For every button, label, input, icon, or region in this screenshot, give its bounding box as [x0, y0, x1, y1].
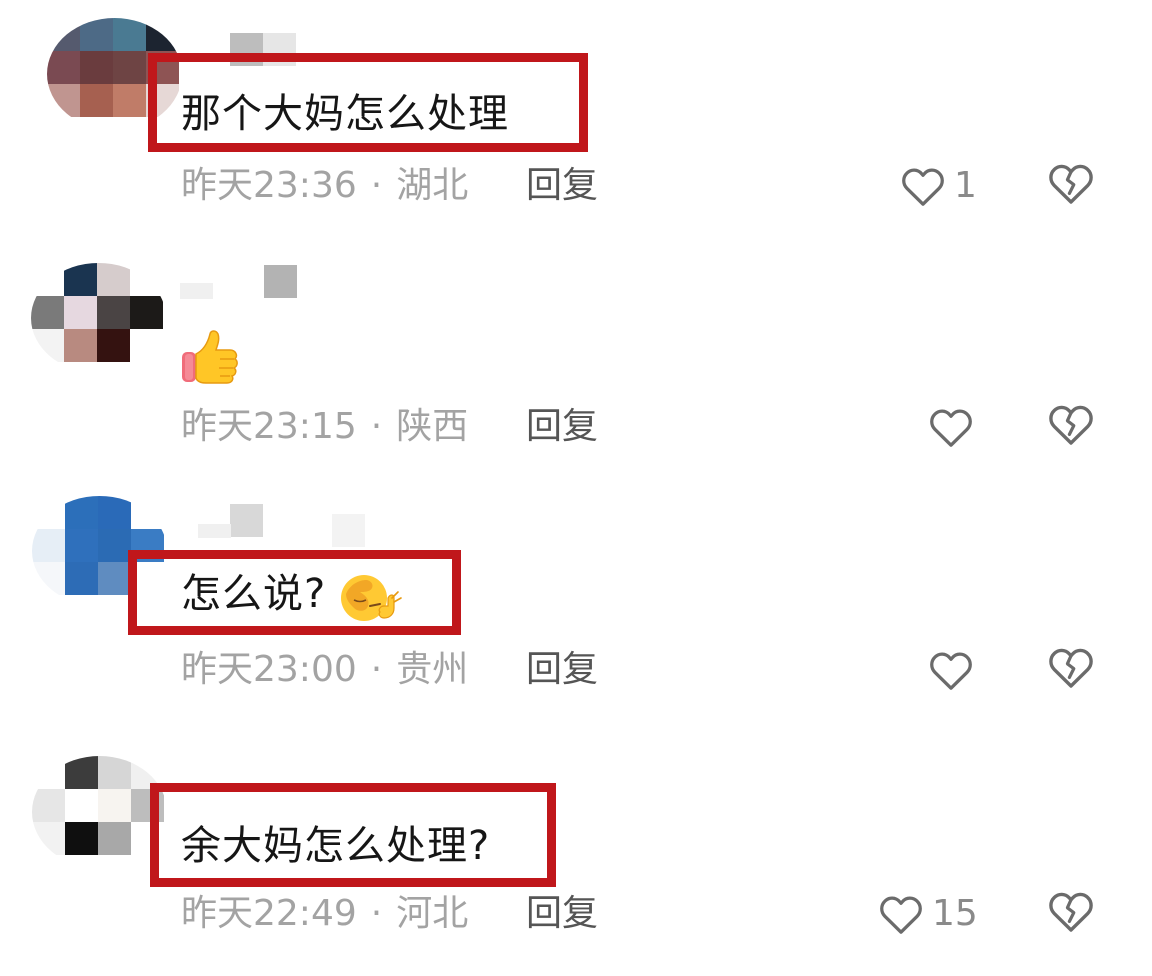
username-blurred[interactable]	[198, 504, 398, 547]
like-button[interactable]: 1	[900, 161, 977, 211]
comment-location: 陕西	[396, 406, 469, 447]
meta-separator: ·	[370, 165, 383, 206]
broken-heart-icon	[1047, 889, 1097, 933]
like-count: 15	[932, 893, 978, 934]
comment-time: 昨天23:15	[181, 406, 357, 447]
meta-separator: ·	[370, 649, 383, 690]
dislike-button[interactable]	[1047, 402, 1097, 452]
comment-item: 昨天23:15 · 陕西 回复	[0, 250, 1152, 480]
comment-item: 怎么说? 昨天23:00 · 贵州 回复	[0, 490, 1152, 730]
comment-text: 怎么说?	[181, 570, 404, 622]
reply-button[interactable]: 回复	[526, 405, 598, 449]
dislike-button[interactable]	[1047, 889, 1097, 939]
comment-item: 余大妈怎么处理? 昨天22:49 · 河北 回复 15	[0, 740, 1152, 976]
comment-meta: 昨天22:49 · 河北	[181, 892, 468, 936]
comment-location: 河北	[396, 893, 469, 934]
reply-button[interactable]: 回复	[526, 648, 598, 692]
comment-meta: 昨天23:36 · 湖北	[181, 164, 468, 208]
like-count: 1	[954, 165, 977, 206]
heart-outline-icon	[878, 892, 924, 936]
broken-heart-icon	[1047, 402, 1097, 446]
like-button[interactable]: 15	[878, 889, 978, 939]
comment-time: 昨天23:00	[181, 649, 357, 690]
meta-separator: ·	[370, 406, 383, 447]
comment-location: 湖北	[396, 165, 469, 206]
avatar[interactable]	[32, 756, 167, 868]
heart-outline-icon	[928, 648, 974, 692]
reply-button[interactable]: 回复	[526, 164, 598, 208]
comment-text	[180, 328, 240, 397]
heart-outline-icon	[928, 405, 974, 449]
facepalm-emoji	[336, 570, 404, 622]
heart-outline-icon	[900, 164, 946, 208]
avatar[interactable]	[31, 263, 166, 373]
comment-location: 贵州	[396, 649, 469, 690]
username-blurred[interactable]	[180, 265, 330, 299]
comment-time: 昨天22:49	[181, 893, 357, 934]
comment-time: 昨天23:36	[181, 165, 357, 206]
like-button[interactable]	[928, 645, 982, 695]
dislike-button[interactable]	[1047, 645, 1097, 695]
comment-text: 那个大妈怎么处理	[181, 91, 509, 137]
comment-item: 那个大妈怎么处理 昨天23:36 · 湖北 回复 1	[0, 0, 1152, 240]
like-button[interactable]	[928, 402, 982, 452]
reply-button[interactable]: 回复	[526, 892, 598, 936]
comment-text: 余大妈怎么处理?	[181, 823, 491, 869]
comment-meta: 昨天23:15 · 陕西	[181, 405, 468, 449]
thumbs-up-emoji	[180, 328, 240, 386]
comment-meta: 昨天23:00 · 贵州	[181, 648, 468, 692]
dislike-button[interactable]	[1047, 161, 1097, 211]
broken-heart-icon	[1047, 161, 1097, 205]
meta-separator: ·	[370, 893, 383, 934]
broken-heart-icon	[1047, 645, 1097, 689]
